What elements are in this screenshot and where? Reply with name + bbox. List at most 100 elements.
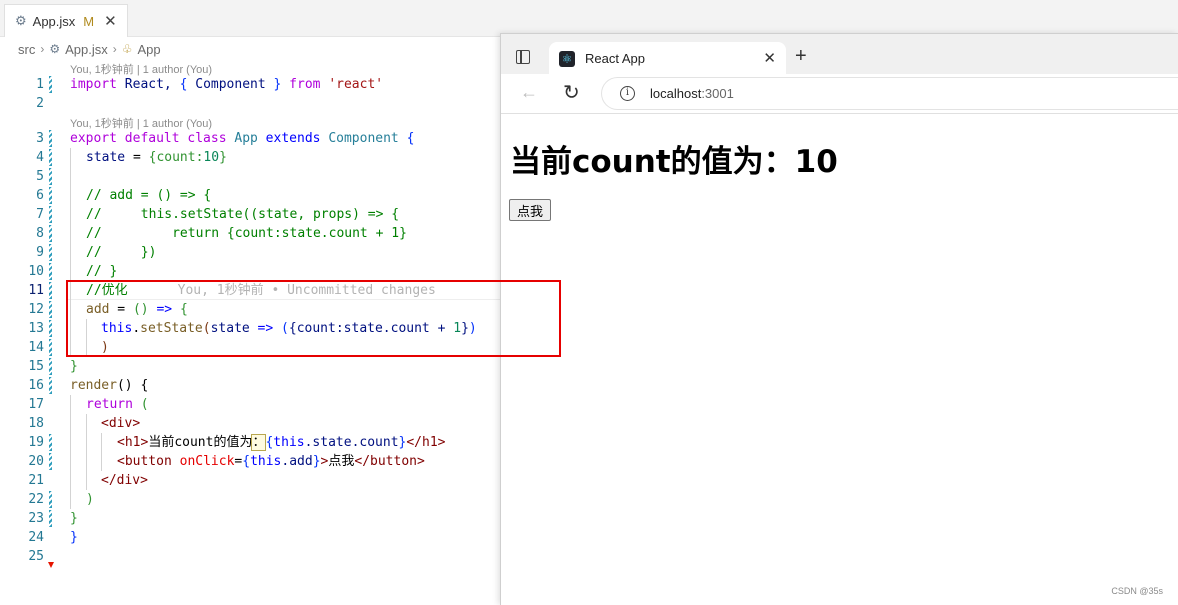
code-comment: // return {count:state.count + 1} xyxy=(86,226,407,241)
sidebar-toggle-icon[interactable] xyxy=(516,50,530,64)
react-file-icon: ⚙ xyxy=(15,13,27,28)
browser-tab-strip: ⚛ React App ✕ + xyxy=(501,34,1178,75)
code-comment: // }) xyxy=(86,245,157,260)
line-number: 10 xyxy=(28,264,44,279)
code-line: 19 <h1>当前count的值为：{this.state.count}</h1… xyxy=(0,433,500,452)
line-number: 14 xyxy=(28,340,44,355)
git-modified-gutter xyxy=(49,301,52,318)
code-line: 23 } xyxy=(0,509,500,528)
close-tab-icon[interactable]: ✕ xyxy=(104,12,117,30)
indent-guide xyxy=(86,452,87,471)
code-text: } xyxy=(70,359,78,374)
line-number: 15 xyxy=(28,359,44,374)
line-number: 18 xyxy=(28,416,44,431)
code-line: 21 </div> xyxy=(0,471,500,490)
indent-guide xyxy=(70,471,71,490)
indent-guide xyxy=(70,433,71,452)
line-number: 7 xyxy=(36,207,44,222)
code-text: export default class App extends Compone… xyxy=(70,131,415,146)
back-arrow-icon[interactable]: ← xyxy=(520,82,538,103)
indent-guide xyxy=(70,167,71,186)
code-line: 10 // } xyxy=(0,262,500,281)
indent-guide xyxy=(70,414,71,433)
code-text: state = {count:10} xyxy=(86,150,227,165)
line-number: 12 xyxy=(28,302,44,317)
line-number: 22 xyxy=(28,492,44,507)
new-tab-button[interactable]: + xyxy=(795,45,807,68)
indent-guide xyxy=(70,395,71,414)
click-me-button[interactable]: 点我 xyxy=(509,199,552,221)
git-modified-gutter xyxy=(49,453,52,470)
indent-guide xyxy=(101,433,102,452)
close-tab-icon[interactable]: ✕ xyxy=(763,49,776,67)
line-number: 24 xyxy=(28,530,44,545)
git-modified-gutter xyxy=(49,76,52,93)
chevron-right-icon: › xyxy=(40,42,45,56)
code-line: 17 return ( xyxy=(0,395,500,414)
git-modified-gutter xyxy=(49,225,52,242)
reload-icon[interactable]: ↻ xyxy=(563,80,580,105)
browser-window: ⚛ React App ✕ + ← ↻ i localhost:3001 当前c… xyxy=(500,33,1178,605)
code-line: 3 export default class App extends Compo… xyxy=(0,129,500,148)
line-number: 16 xyxy=(28,378,44,393)
deleted-lines-marker xyxy=(48,562,54,568)
indent-guide xyxy=(86,414,87,433)
browser-tab-react-app[interactable]: ⚛ React App ✕ xyxy=(549,42,786,75)
indent-guide xyxy=(70,490,71,509)
indent-guide xyxy=(86,433,87,452)
code-line: 20 <button onClick={this.add}>点我</button… xyxy=(0,452,500,471)
address-bar[interactable]: i localhost:3001 xyxy=(601,77,1178,110)
info-icon[interactable]: i xyxy=(620,86,635,101)
highlighted-character: ： xyxy=(251,434,267,451)
tab-filename: App.jsx xyxy=(32,13,76,29)
code-line: 4 state = {count:10} xyxy=(0,148,500,167)
code-text: <h1>当前count的值为：{this.state.count}</h1> xyxy=(117,434,446,451)
indent-guide xyxy=(101,452,102,471)
code-line: 7 // this.setState((state, props) => { xyxy=(0,205,500,224)
line-number: 25 xyxy=(28,549,44,564)
code-line: 15 } xyxy=(0,357,500,376)
indent-guide xyxy=(70,148,71,167)
breadcrumb-file[interactable]: App.jsx xyxy=(65,42,108,57)
browser-tab-title: React App xyxy=(585,51,645,66)
git-modified-gutter xyxy=(49,282,52,299)
git-modified-gutter xyxy=(49,510,52,527)
git-modified-gutter xyxy=(49,263,52,280)
code-comment: // this.setState((state, props) => { xyxy=(86,207,400,222)
line-number: 23 xyxy=(28,511,44,526)
code-comment: // } xyxy=(86,264,118,279)
line-number: 2 xyxy=(36,96,44,111)
code-text: } xyxy=(70,530,78,545)
line-number: 21 xyxy=(28,473,44,488)
git-modified-gutter xyxy=(49,206,52,223)
url-text[interactable]: localhost:3001 xyxy=(650,86,734,101)
class-symbol-icon: ♧ xyxy=(121,42,133,56)
chevron-right-icon: › xyxy=(112,42,117,56)
line-number: 1 xyxy=(36,77,44,92)
indent-guide xyxy=(70,205,71,224)
line-number: 13 xyxy=(28,321,44,336)
indent-guide xyxy=(86,471,87,490)
code-line: 24 } xyxy=(0,528,500,547)
code-text: </div> xyxy=(101,473,148,488)
line-number: 6 xyxy=(36,188,44,203)
code-line: 1 import React, { Component } from 'reac… xyxy=(0,75,500,94)
code-line: 18 <div> xyxy=(0,414,500,433)
code-text: ) xyxy=(86,492,94,507)
annotation-highlight-box xyxy=(66,280,561,357)
code-line: 8 // return {count:state.count + 1} xyxy=(0,224,500,243)
editor-tab-app-jsx[interactable]: ⚙ App.jsx M ✕ xyxy=(4,4,128,37)
code-text: <button onClick={this.add}>点我</button> xyxy=(117,454,425,469)
indent-guide xyxy=(70,243,71,262)
git-modified-gutter xyxy=(49,358,52,375)
code-line: 25 xyxy=(0,547,500,566)
breadcrumb-symbol[interactable]: App xyxy=(138,42,161,57)
code-text: } xyxy=(70,511,78,526)
breadcrumb-src[interactable]: src xyxy=(18,42,35,57)
git-modified-gutter xyxy=(49,130,52,147)
code-text: return ( xyxy=(86,397,149,412)
code-line: 22 ) xyxy=(0,490,500,509)
git-modified-gutter xyxy=(49,377,52,394)
line-number: 17 xyxy=(28,397,44,412)
modified-badge: M xyxy=(83,13,95,29)
